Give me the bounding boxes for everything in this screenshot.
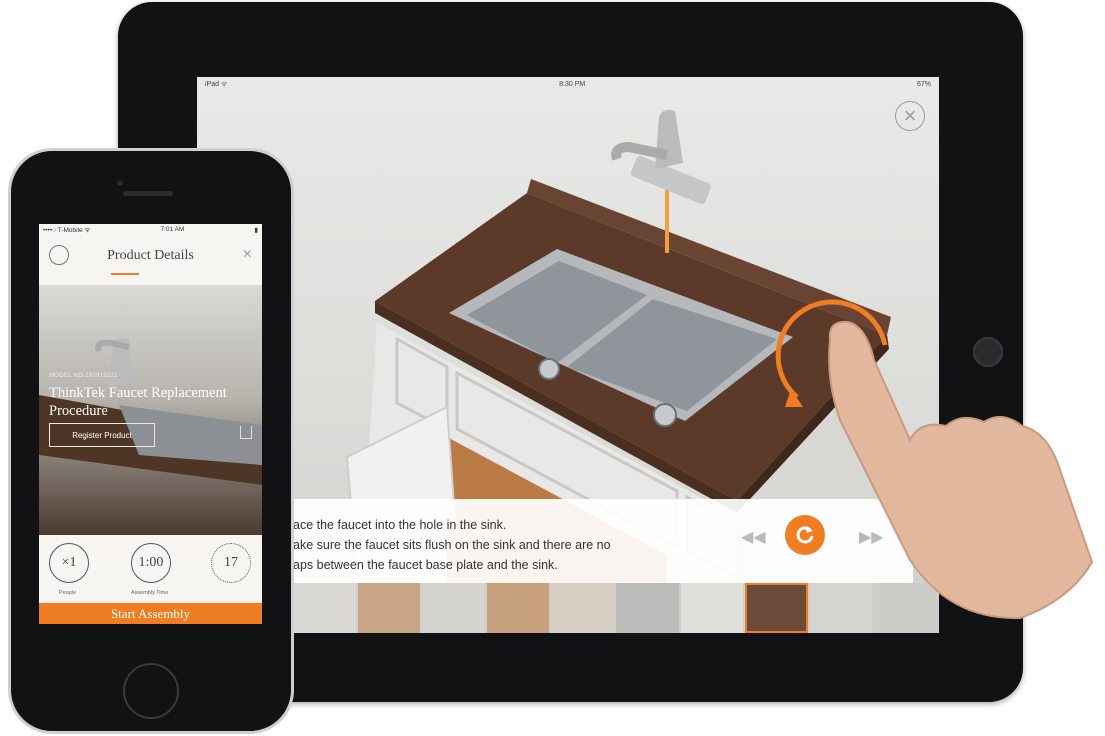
page-title: Product Details	[107, 248, 194, 263]
phone-status-carrier: ••••○ T-Mobile ᯤ	[43, 227, 91, 234]
instruction-line: aps between the faucet base plate and th…	[293, 558, 558, 572]
phone-status-time: 7:01 AM	[160, 226, 185, 233]
phone-camera	[117, 180, 123, 186]
faucet-body	[655, 109, 683, 169]
close-button[interactable]: ×	[895, 101, 925, 131]
sink-drain-left	[538, 358, 560, 380]
people-count-stat: ×1	[49, 543, 89, 583]
rewind-icon: ◀◀	[741, 529, 766, 546]
phone-home-button[interactable]	[123, 663, 179, 719]
step-thumbnail[interactable]	[357, 583, 421, 633]
assembly-time-label: Assembly Time	[131, 590, 169, 596]
instruction-line: ake sure the faucet sits flush on the si…	[293, 538, 611, 552]
instruction-line: ace the faucet into the hole in the sink…	[293, 518, 507, 532]
model-number: MODEL NO.292918221	[49, 373, 118, 379]
hand-shape	[828, 320, 1094, 620]
steps-count-stat: 17	[211, 543, 251, 583]
share-icon[interactable]	[240, 426, 252, 439]
assembly-time-stat: 1:00	[131, 543, 171, 583]
step-thumbnail[interactable]	[680, 583, 744, 633]
product-name: ThinkTek Faucet Replacement Procedure	[49, 385, 227, 419]
people-label: People	[59, 590, 77, 596]
step-thumbnail[interactable]	[551, 583, 614, 633]
close-icon: ×	[903, 103, 917, 128]
phone-status-bar: ••••○ T-Mobile ᯤ 7:01 AM ▮	[39, 224, 262, 235]
pointing-hand-illustration	[828, 320, 1094, 620]
phone-speaker	[123, 191, 173, 196]
phone-header: Product Details ×	[39, 235, 262, 285]
title-underline	[111, 273, 139, 275]
sink-drain-right	[653, 403, 677, 427]
phone-close-button[interactable]: ×	[243, 246, 252, 264]
instruction-text: ace the faucet into the hole in the sink…	[293, 515, 713, 575]
register-product-button[interactable]: Register Product	[49, 423, 155, 447]
step-thumbnail[interactable]	[486, 583, 550, 633]
start-assembly-button[interactable]: Start Assembly	[39, 603, 262, 624]
step-thumbnail[interactable]	[615, 583, 679, 633]
step-thumbnail[interactable]	[293, 583, 356, 633]
step-thumbnail[interactable]	[422, 583, 485, 633]
phone-screen: ••••○ T-Mobile ᯤ 7:01 AM ▮ Product Detai…	[39, 224, 262, 624]
phone-status-battery: ▮	[254, 226, 258, 234]
assembly-stats: ×1 People 1:00 Assembly Time 17	[39, 535, 262, 603]
close-icon: ×	[242, 246, 252, 263]
phone-device: ••••○ T-Mobile ᯤ 7:01 AM ▮ Product Detai…	[8, 148, 294, 734]
rewind-button[interactable]: ◀◀	[741, 527, 766, 547]
